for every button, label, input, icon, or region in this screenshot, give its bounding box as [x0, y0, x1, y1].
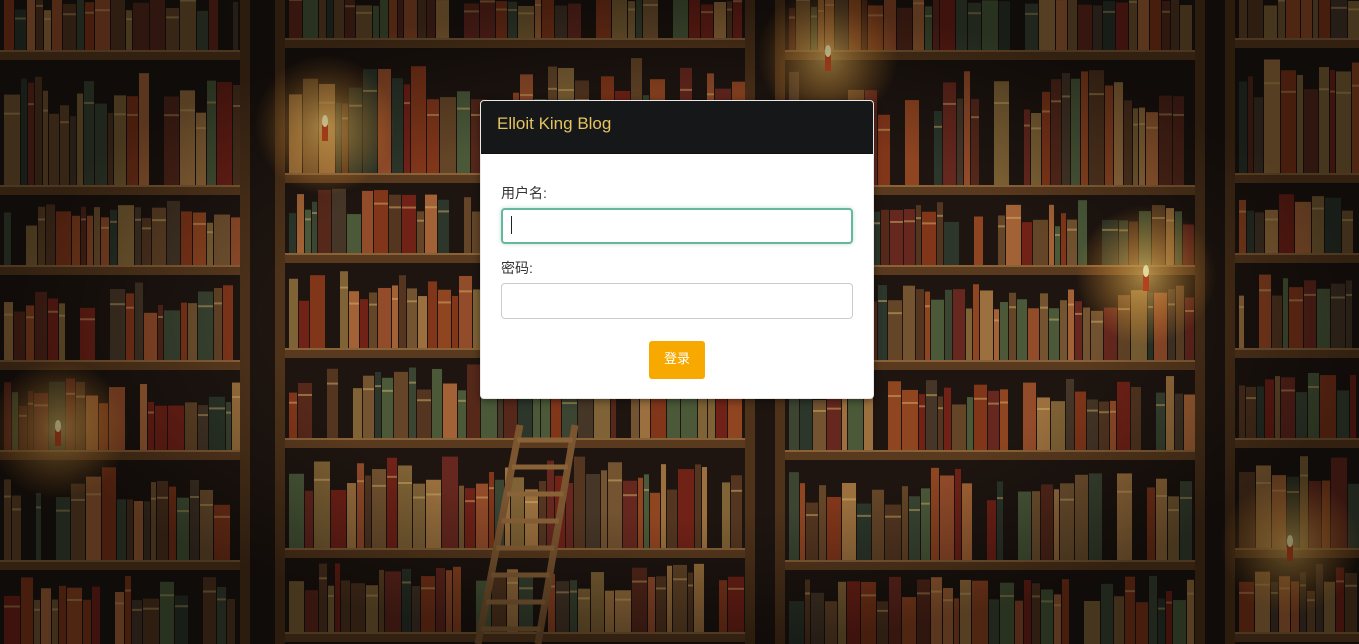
login-button[interactable]: 登录 [649, 341, 705, 379]
login-card: Elloit King Blog 用户名: 密码: 登录 [480, 100, 874, 399]
blog-title: Elloit King Blog [497, 114, 612, 133]
username-input[interactable] [501, 208, 853, 244]
username-group: 用户名: [501, 185, 853, 244]
login-form: 用户名: 密码: 登录 [481, 154, 873, 379]
password-label: 密码: [501, 260, 533, 276]
password-group: 密码: [501, 260, 853, 319]
password-input[interactable] [501, 283, 853, 319]
login-header: Elloit King Blog [481, 101, 873, 154]
text-cursor [511, 216, 512, 234]
username-label: 用户名: [501, 185, 547, 201]
